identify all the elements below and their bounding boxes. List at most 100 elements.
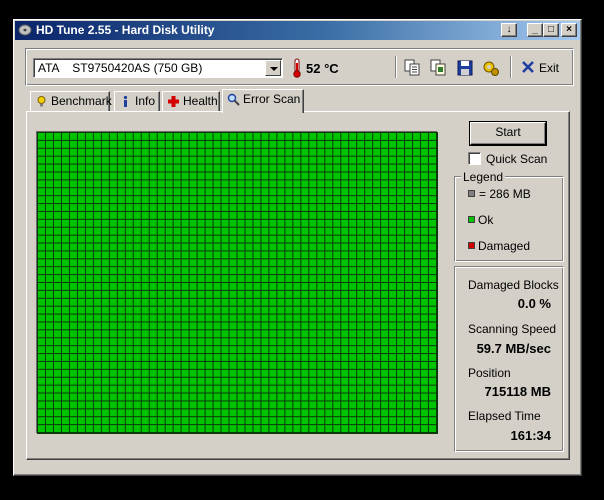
scan-block xyxy=(189,243,197,251)
chevron-down-icon[interactable] xyxy=(265,60,281,76)
scan-block xyxy=(38,196,45,204)
scan-block xyxy=(221,164,229,172)
scan-block xyxy=(357,188,365,196)
scan-block xyxy=(221,322,229,330)
options-icon[interactable] xyxy=(481,58,501,78)
scan-block xyxy=(269,425,277,432)
scan-block xyxy=(157,401,165,409)
scan-block xyxy=(357,275,365,282)
scan-block xyxy=(38,140,45,148)
tab-error-scan[interactable]: Error Scan xyxy=(222,89,304,113)
scan-block xyxy=(53,283,61,290)
scan-block xyxy=(77,219,85,227)
scan-block xyxy=(373,330,381,338)
scan-block xyxy=(53,290,61,298)
temperature-readout: 52 °C xyxy=(306,61,339,76)
scan-block xyxy=(309,298,317,306)
scan-block xyxy=(381,267,389,275)
minimize-button[interactable]: _ xyxy=(527,23,543,37)
scan-block xyxy=(197,354,205,361)
tab-health[interactable]: Health xyxy=(162,91,220,112)
scan-block xyxy=(189,172,197,180)
scan-block xyxy=(181,156,189,164)
scan-block xyxy=(157,259,165,267)
rollup-button[interactable]: ↓ xyxy=(501,23,517,37)
scan-block xyxy=(357,180,365,188)
tab-benchmark[interactable]: Benchmark xyxy=(30,91,112,112)
scan-block xyxy=(381,275,389,282)
scan-block xyxy=(197,298,205,306)
scan-block xyxy=(85,235,93,243)
close-button[interactable]: × xyxy=(561,23,577,37)
scan-block xyxy=(285,259,293,267)
scan-block xyxy=(341,164,349,172)
scan-block xyxy=(373,172,381,180)
scan-block xyxy=(38,227,45,235)
scan-block xyxy=(421,259,429,267)
scan-block xyxy=(349,314,357,322)
start-button[interactable]: Start xyxy=(470,122,546,145)
scan-block xyxy=(221,196,229,204)
scan-block xyxy=(38,180,45,188)
exit-button[interactable]: Exit xyxy=(539,61,559,75)
scan-block xyxy=(261,235,269,243)
scan-block xyxy=(109,133,117,140)
scan-block xyxy=(373,361,381,369)
scan-block xyxy=(309,188,317,196)
scan-block xyxy=(325,322,333,330)
scan-block xyxy=(301,219,309,227)
scan-block xyxy=(157,227,165,235)
scan-block xyxy=(133,227,141,235)
scan-block xyxy=(413,148,421,156)
scan-block xyxy=(109,314,117,322)
scan-block xyxy=(173,409,181,417)
scan-block xyxy=(381,148,389,156)
scan-block xyxy=(189,180,197,188)
scan-block xyxy=(261,211,269,219)
scan-block xyxy=(189,298,197,306)
maximize-button[interactable]: □ xyxy=(543,23,559,37)
save-icon[interactable] xyxy=(455,58,475,78)
scan-block xyxy=(277,401,285,409)
scan-block xyxy=(293,346,301,354)
copy-info-icon[interactable] xyxy=(428,58,448,78)
scan-block xyxy=(397,283,405,290)
scan-block xyxy=(389,156,397,164)
copy-text-icon[interactable] xyxy=(402,58,422,78)
scan-block xyxy=(149,148,157,156)
scan-block xyxy=(413,267,421,275)
scan-block xyxy=(133,298,141,306)
scan-block xyxy=(165,283,173,290)
scan-block xyxy=(53,196,61,204)
scan-block xyxy=(245,298,253,306)
scan-block xyxy=(237,283,245,290)
quick-scan-checkbox[interactable] xyxy=(468,152,481,165)
scan-block xyxy=(165,243,173,251)
scan-block xyxy=(253,227,261,235)
tab-info[interactable]: Info xyxy=(114,91,160,112)
scan-block xyxy=(349,361,357,369)
scan-block xyxy=(373,251,381,259)
scan-block xyxy=(189,251,197,259)
scan-block xyxy=(181,385,189,393)
scan-block xyxy=(165,346,173,354)
scan-block xyxy=(189,196,197,204)
exit-icon[interactable] xyxy=(521,60,535,74)
scan-block xyxy=(341,385,349,393)
scan-block xyxy=(325,267,333,275)
title-bar[interactable]: HD Tune 2.55 - Hard Disk Utility ↓ _ □ × xyxy=(15,21,580,40)
scan-block xyxy=(45,354,53,361)
scan-block xyxy=(341,409,349,417)
scan-block xyxy=(341,369,349,377)
drive-select[interactable]: ATA ST9750420AS (750 GB) xyxy=(33,58,283,78)
scan-block xyxy=(341,211,349,219)
scan-block xyxy=(77,361,85,369)
scan-block xyxy=(237,314,245,322)
scan-block xyxy=(141,361,149,369)
scan-block xyxy=(405,164,413,172)
scan-block xyxy=(253,385,261,393)
scan-block xyxy=(141,196,149,204)
scan-block xyxy=(61,330,69,338)
scan-block xyxy=(421,133,429,140)
scan-block xyxy=(173,275,181,282)
